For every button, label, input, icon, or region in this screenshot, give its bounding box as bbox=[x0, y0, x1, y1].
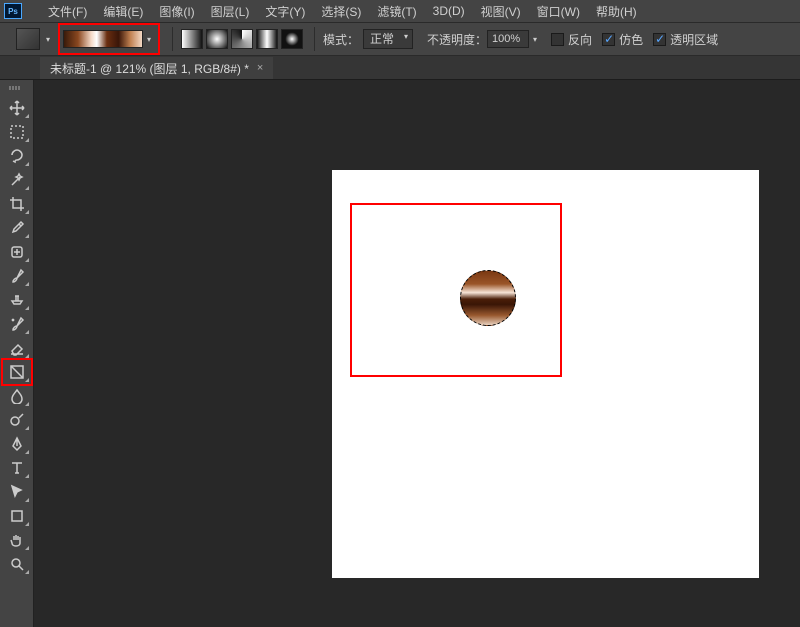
reverse-label: 反向 bbox=[568, 31, 592, 48]
menu-view[interactable]: 视图(V) bbox=[473, 3, 529, 20]
eraser-tool[interactable] bbox=[3, 336, 31, 360]
close-icon[interactable]: × bbox=[257, 62, 263, 74]
mode-label: 模式： bbox=[323, 31, 359, 48]
pen-tool[interactable] bbox=[3, 432, 31, 456]
history-brush-tool[interactable] bbox=[3, 312, 31, 336]
separator bbox=[314, 27, 315, 51]
app-logo: Ps bbox=[4, 3, 22, 19]
toolbox-grip[interactable] bbox=[9, 86, 25, 90]
gradient-reflected-button[interactable] bbox=[256, 29, 278, 49]
menu-bar: Ps 文件(F) 编辑(E) 图像(I) 图层(L) 文字(Y) 选择(S) 滤… bbox=[0, 0, 800, 22]
opacity-input[interactable]: 100% bbox=[487, 30, 529, 48]
spot-heal-tool[interactable] bbox=[3, 240, 31, 264]
menu-layer[interactable]: 图层(L) bbox=[203, 3, 258, 20]
menu-select[interactable]: 选择(S) bbox=[313, 3, 369, 20]
reverse-checkbox[interactable] bbox=[551, 33, 564, 46]
magic-wand-tool[interactable] bbox=[3, 168, 31, 192]
menu-image[interactable]: 图像(I) bbox=[151, 3, 202, 20]
path-select-tool[interactable] bbox=[3, 480, 31, 504]
dither-checkbox[interactable] bbox=[602, 33, 615, 46]
gradient-diamond-button[interactable] bbox=[281, 29, 303, 49]
document-tabbar: 未标题-1 @ 121% (图层 1, RGB/8#) * × bbox=[0, 56, 800, 80]
opacity-dropdown[interactable]: ▾ bbox=[529, 28, 541, 50]
gradient-angle-button[interactable] bbox=[231, 29, 253, 49]
dither-label: 仿色 bbox=[619, 31, 643, 48]
transparency-label: 透明区域 bbox=[670, 31, 718, 48]
document-tab[interactable]: 未标题-1 @ 121% (图层 1, RGB/8#) * × bbox=[40, 57, 273, 79]
gradient-picker-dropdown[interactable]: ▾ bbox=[143, 28, 155, 50]
gradient-picker[interactable] bbox=[63, 30, 143, 48]
separator bbox=[172, 27, 173, 51]
zoom-tool[interactable] bbox=[3, 552, 31, 576]
opacity-label: 不透明度： bbox=[427, 31, 487, 48]
shape-tool[interactable] bbox=[3, 504, 31, 528]
dodge-tool[interactable] bbox=[3, 408, 31, 432]
menu-3d[interactable]: 3D(D) bbox=[425, 4, 473, 18]
options-bar: ▾ ▾ 模式： 正常 ▾ 不透明度： 100% ▾ 反向 仿色 透明区域 bbox=[0, 22, 800, 56]
blend-mode-value: 正常 bbox=[370, 32, 394, 46]
menu-filter[interactable]: 滤镜(T) bbox=[369, 3, 424, 20]
transparency-checkbox[interactable] bbox=[653, 33, 666, 46]
menu-file[interactable]: 文件(F) bbox=[40, 3, 95, 20]
type-tool[interactable] bbox=[3, 456, 31, 480]
gradient-linear-button[interactable] bbox=[181, 29, 203, 49]
gradient-radial-button[interactable] bbox=[206, 29, 228, 49]
brush-tool[interactable] bbox=[3, 264, 31, 288]
gradient-tool[interactable] bbox=[3, 360, 31, 384]
lasso-tool[interactable] bbox=[3, 144, 31, 168]
gradient-picker-highlight: ▾ bbox=[58, 23, 160, 55]
document-tab-title: 未标题-1 @ 121% (图层 1, RGB/8#) * bbox=[50, 60, 249, 77]
clone-stamp-tool[interactable] bbox=[3, 288, 31, 312]
tool-preset-button[interactable] bbox=[16, 28, 40, 50]
menu-type[interactable]: 文字(Y) bbox=[257, 3, 313, 20]
blur-tool[interactable] bbox=[3, 384, 31, 408]
toolbox bbox=[0, 80, 34, 627]
marquee-tool[interactable] bbox=[3, 120, 31, 144]
tool-preset-dropdown[interactable]: ▾ bbox=[42, 28, 54, 50]
hand-tool[interactable] bbox=[3, 528, 31, 552]
crop-tool[interactable] bbox=[3, 192, 31, 216]
eyedropper-tool[interactable] bbox=[3, 216, 31, 240]
annotation-box bbox=[350, 203, 562, 377]
menu-window[interactable]: 窗口(W) bbox=[529, 3, 588, 20]
menu-help[interactable]: 帮助(H) bbox=[588, 3, 645, 20]
blend-mode-select[interactable]: 正常 ▾ bbox=[363, 29, 413, 49]
menu-edit[interactable]: 编辑(E) bbox=[95, 3, 151, 20]
opacity-value: 100% bbox=[492, 33, 520, 45]
circular-selection[interactable] bbox=[460, 270, 516, 326]
move-tool[interactable] bbox=[3, 96, 31, 120]
